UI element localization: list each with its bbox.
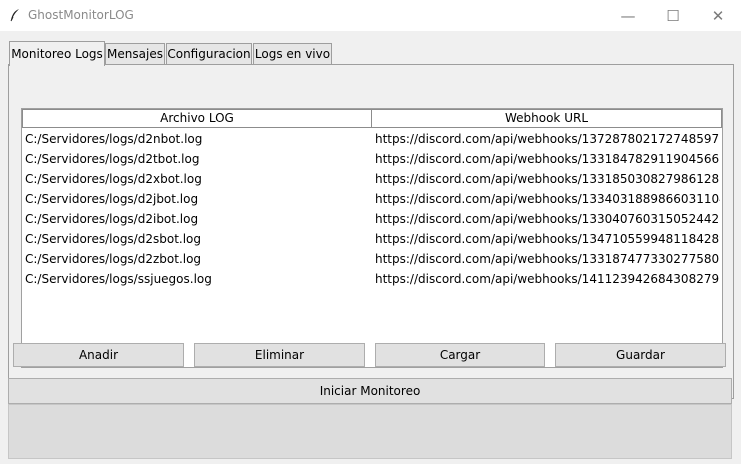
log-path-cell: C:/Servidores/logs/d2jbot.log [25, 192, 199, 206]
webhook-url-cell: https://discord.com/api/webhooks/1347105… [375, 232, 720, 246]
table-row[interactable]: C:/Servidores/logs/d2jbot.log https://di… [22, 189, 722, 209]
table-row[interactable]: C:/Servidores/logs/d2zbot.log https://di… [22, 249, 722, 269]
log-path-cell: C:/Servidores/logs/d2zbot.log [25, 252, 202, 266]
webhook-url-cell: https://discord.com/api/webhooks/1330407… [375, 212, 720, 226]
close-icon: ✕ [711, 6, 725, 25]
webhook-url-cell: https://discord.com/api/webhooks/1411239… [375, 272, 720, 286]
column-header-webhook-url[interactable]: Webhook URL [371, 109, 722, 128]
table-body: C:/Servidores/logs/d2nbot.log https://di… [22, 129, 722, 289]
webhook-url-cell: https://discord.com/api/webhooks/1331847… [375, 152, 720, 166]
log-path-cell: C:/Servidores/logs/d2sbot.log [25, 232, 202, 246]
window-client: Monitoreo Logs Mensajes Configuracion Lo… [0, 31, 741, 464]
log-path-cell: C:/Servidores/logs/d2nbot.log [25, 132, 203, 146]
tab-mensajes[interactable]: Mensajes [105, 43, 165, 65]
status-area [8, 404, 732, 459]
minimize-button[interactable]: — [605, 0, 651, 31]
maximize-icon: ☐ [666, 6, 680, 25]
log-table[interactable]: Archivo LOG Webhook URL C:/Servidores/lo… [21, 108, 723, 368]
log-path-cell: C:/Servidores/logs/d2tbot.log [25, 152, 200, 166]
tab-logs-en-vivo[interactable]: Logs en vivo [253, 43, 332, 65]
maximize-button[interactable]: ☐ [650, 0, 696, 31]
table-row[interactable]: C:/Servidores/logs/d2nbot.log https://di… [22, 129, 722, 149]
webhook-url-cell: https://discord.com/api/webhooks/1334031… [375, 192, 720, 206]
log-path-cell: C:/Servidores/logs/d2ibot.log [25, 212, 199, 226]
table-row[interactable]: C:/Servidores/logs/ssjuegos.log https://… [22, 269, 722, 289]
table-row[interactable]: C:/Servidores/logs/d2tbot.log https://di… [22, 149, 722, 169]
column-header-archivo-log[interactable]: Archivo LOG [22, 109, 372, 128]
save-button[interactable]: Guardar [555, 343, 726, 367]
delete-button[interactable]: Eliminar [194, 343, 365, 367]
log-path-cell: C:/Servidores/logs/d2xbot.log [25, 172, 202, 186]
close-button[interactable]: ✕ [695, 0, 741, 31]
table-row[interactable]: C:/Servidores/logs/d2xbot.log https://di… [22, 169, 722, 189]
webhook-url-cell: https://discord.com/api/webhooks/1372878… [375, 132, 720, 146]
feather-icon [10, 9, 19, 22]
tab-monitoreo-logs[interactable]: Monitoreo Logs [9, 41, 105, 66]
minimize-icon: — [620, 6, 636, 25]
table-row[interactable]: C:/Servidores/logs/d2sbot.log https://di… [22, 229, 722, 249]
window-title: GhostMonitorLOG [28, 8, 134, 22]
table-row[interactable]: C:/Servidores/logs/d2ibot.log https://di… [22, 209, 722, 229]
tab-configuracion[interactable]: Configuracion [166, 43, 252, 65]
webhook-url-cell: https://discord.com/api/webhooks/1331874… [375, 252, 720, 266]
load-button[interactable]: Cargar [375, 343, 545, 367]
webhook-url-cell: https://discord.com/api/webhooks/1331850… [375, 172, 720, 186]
start-monitoring-button[interactable]: Iniciar Monitoreo [8, 378, 732, 404]
add-button[interactable]: Anadir [13, 343, 184, 367]
title-bar: GhostMonitorLOG — ☐ ✕ [0, 0, 741, 31]
log-path-cell: C:/Servidores/logs/ssjuegos.log [25, 272, 212, 286]
table-header: Archivo LOG Webhook URL [22, 109, 722, 128]
